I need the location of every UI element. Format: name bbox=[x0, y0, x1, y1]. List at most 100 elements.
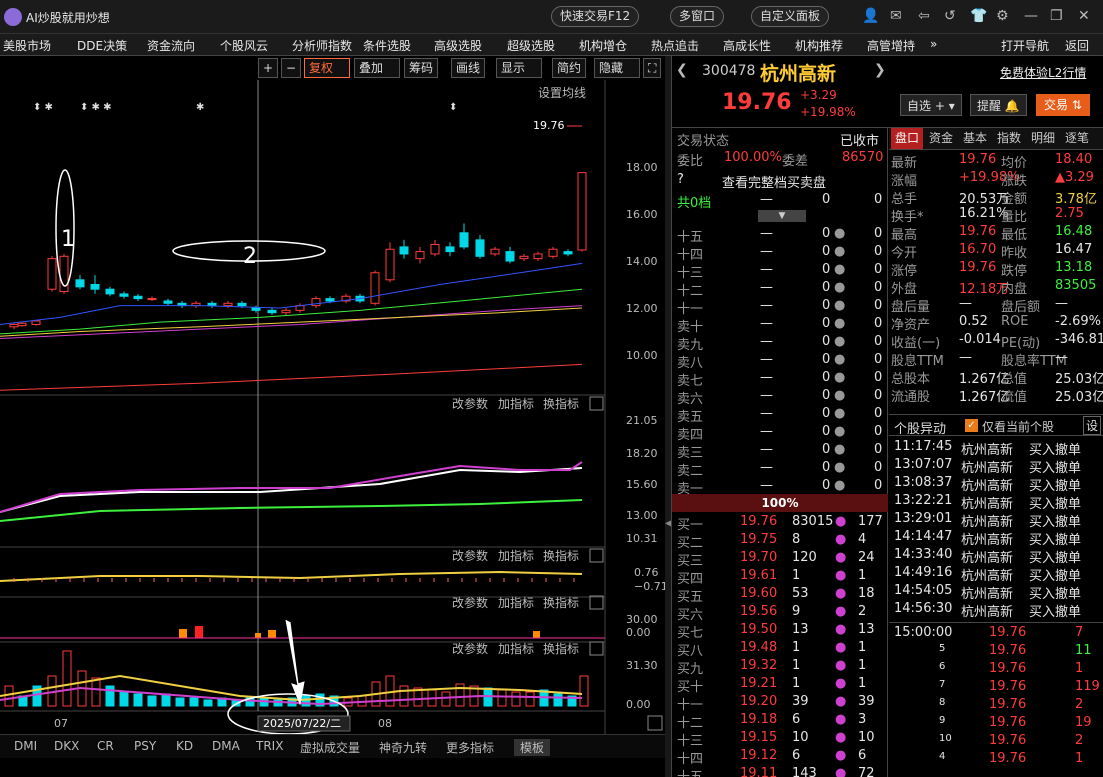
skin-icon[interactable]: 👕 bbox=[970, 8, 987, 24]
trade-button[interactable]: 交易 ⇅ bbox=[1036, 94, 1090, 116]
yidong-settings-button[interactable]: 设 bbox=[1083, 416, 1102, 435]
panel-param-button[interactable]: 改参数 bbox=[452, 548, 488, 563]
tab-dmi[interactable]: DMI bbox=[14, 739, 37, 753]
tab-zijin[interactable]: 资金 bbox=[925, 128, 957, 149]
panel-add-button[interactable]: 加指标 bbox=[498, 396, 534, 411]
scroll-right-icon[interactable] bbox=[647, 715, 663, 731]
buy-level-cell: 39 bbox=[858, 694, 875, 709]
l2-trial-link[interactable]: 免费体验L2行情 bbox=[1000, 64, 1086, 81]
prev-stock-icon[interactable]: ❮ bbox=[676, 62, 688, 78]
panel-add-button[interactable]: 加指标 bbox=[498, 548, 534, 563]
tab-dkx[interactable]: DKX bbox=[54, 739, 79, 753]
menu-item[interactable]: 资金流向 bbox=[147, 37, 195, 54]
buy-level-cell: 3 bbox=[858, 712, 867, 727]
close-icon[interactable]: ✕ bbox=[1078, 8, 1090, 24]
menu-item[interactable]: 高成长性 bbox=[723, 37, 771, 54]
panel-switch-button[interactable]: 换指标 bbox=[543, 595, 579, 610]
ind1-magenta bbox=[0, 461, 583, 513]
panel-add-button[interactable]: 加指标 bbox=[498, 595, 534, 610]
panel-param-button[interactable]: 改参数 bbox=[452, 396, 488, 411]
menu-back[interactable]: 返回 bbox=[1065, 37, 1089, 54]
buy-level-cell: ● bbox=[835, 568, 847, 583]
quote-row-cell: 最高 bbox=[891, 228, 918, 243]
menu-item[interactable]: 高级选股 bbox=[434, 37, 482, 54]
menu-nav[interactable]: 打开导航 bbox=[1001, 37, 1049, 54]
menu-item[interactable]: 个股风云 bbox=[220, 37, 268, 54]
panel-close-icon[interactable] bbox=[589, 396, 604, 411]
tab-template[interactable]: 模板 bbox=[514, 739, 551, 756]
undo-icon[interactable]: ↺ bbox=[944, 8, 956, 24]
quote-row-cell: 16.47 bbox=[1055, 242, 1093, 257]
tab-jiben[interactable]: 基本 bbox=[959, 128, 991, 149]
menu-item[interactable]: 热点追击 bbox=[651, 37, 699, 54]
menu-item[interactable]: DDE决策 bbox=[77, 37, 127, 54]
mail-icon[interactable]: ✉ bbox=[890, 8, 902, 24]
menu-item[interactable]: 美股市场 bbox=[3, 37, 51, 54]
quote-row-cell: -346.81 bbox=[1055, 332, 1103, 347]
tixing-button[interactable]: 提醒 🔔 bbox=[970, 94, 1027, 116]
zixuan-button[interactable]: 自选 + ▾ bbox=[900, 94, 962, 116]
quote-row: 盘后量 — 盘后额 — bbox=[889, 296, 1103, 315]
ma-line-red bbox=[0, 363, 583, 391]
panel-close-icon[interactable] bbox=[589, 641, 604, 656]
menu-item[interactable]: 超级选股 bbox=[507, 37, 555, 54]
collapse-sells-icon[interactable]: ▼ bbox=[758, 210, 806, 222]
only-current-checkbox[interactable]: ✓ bbox=[965, 419, 978, 432]
tab-zhishu[interactable]: 指数 bbox=[993, 128, 1025, 149]
tab-pankou[interactable]: 盘口 bbox=[891, 128, 924, 149]
settings-icon[interactable]: ⚙ bbox=[996, 8, 1009, 24]
back-icon[interactable]: ⇦ bbox=[918, 8, 930, 24]
minimize-icon[interactable]: — bbox=[1024, 8, 1038, 24]
trade-status-cell: 交易状态 bbox=[677, 134, 730, 149]
event-row-cell: 13:07:07 bbox=[894, 457, 953, 472]
panel-param-button[interactable]: 改参数 bbox=[452, 595, 488, 610]
next-stock-icon[interactable]: ❯ bbox=[874, 62, 886, 78]
panel-add-button[interactable]: 加指标 bbox=[498, 641, 534, 656]
tab-more[interactable]: 更多指标 bbox=[446, 739, 494, 756]
trade-status-cell: 已收市 bbox=[840, 134, 880, 149]
sell-level-cell: 0 bbox=[822, 334, 831, 349]
tab-dma[interactable]: DMA bbox=[212, 739, 240, 753]
panel-close-icon[interactable] bbox=[589, 548, 604, 563]
tab-kd[interactable]: KD bbox=[176, 739, 193, 753]
tab-virtual-volume[interactable]: 虚拟成交量 bbox=[300, 739, 360, 756]
sell-level-cell: ● bbox=[834, 442, 846, 457]
restore-icon[interactable]: ❐ bbox=[1050, 8, 1063, 24]
tab-zhubi[interactable]: 逐笔 bbox=[1061, 128, 1093, 149]
multi-window-button[interactable]: 多窗口 bbox=[670, 6, 725, 27]
quick-trade-button[interactable]: 快速交易F12 bbox=[551, 6, 640, 27]
tick-row-cell: 8 bbox=[939, 697, 946, 708]
tab-cr[interactable]: CR bbox=[97, 739, 114, 753]
signal-marker: ⬍ ✱ ✱ bbox=[80, 102, 112, 113]
panel-switch-button[interactable]: 换指标 bbox=[543, 396, 579, 411]
annotation-label-2: 2 bbox=[243, 244, 257, 269]
tab-magic-nine[interactable]: 神奇九转 bbox=[379, 739, 427, 756]
buy-level: 买十 19.21 1 ● 1 bbox=[672, 676, 888, 695]
menu-more[interactable]: » bbox=[930, 37, 937, 51]
panel-param-button[interactable]: 改参数 bbox=[452, 641, 488, 656]
buy-level-cell: 19.18 bbox=[740, 712, 778, 727]
kline-chart-area[interactable]: + − 复权 叠加 筹码 画线 显示 简约 隐藏 ⛶ 18.00 16.00 14.… bbox=[0, 56, 665, 777]
tab-trix[interactable]: TRIX bbox=[256, 739, 283, 753]
panel-switch-button[interactable]: 换指标 bbox=[543, 548, 579, 563]
volume-bar bbox=[579, 675, 589, 707]
buy-level-cell: 买七 bbox=[677, 626, 704, 641]
menu-item[interactable]: 机构推荐 bbox=[795, 37, 843, 54]
volume-bar bbox=[4, 685, 14, 707]
panel-close-icon[interactable] bbox=[589, 595, 604, 610]
quote-row-cell: — bbox=[1055, 350, 1068, 365]
tab-psy[interactable]: PSY bbox=[134, 739, 156, 753]
custom-panel-button[interactable]: 自定义面板 bbox=[751, 6, 830, 27]
menu-item[interactable]: 分析师指数 bbox=[292, 37, 352, 54]
candle-body bbox=[267, 309, 277, 314]
menu-item[interactable]: 条件选股 bbox=[363, 37, 411, 54]
menu-item[interactable]: 高管增持 bbox=[867, 37, 915, 54]
full-book-link-cell: ? bbox=[677, 172, 684, 187]
user-icon[interactable]: 👤 bbox=[862, 8, 879, 24]
quote-row-cell: 流值 bbox=[1001, 390, 1028, 405]
set-ma-link[interactable]: 设置均线 bbox=[538, 84, 586, 101]
menu-item[interactable]: 机构增仓 bbox=[579, 37, 627, 54]
tab-mingxi[interactable]: 明细 bbox=[1027, 128, 1059, 149]
panel-switch-button[interactable]: 换指标 bbox=[543, 641, 579, 656]
volume-bar bbox=[497, 689, 507, 707]
